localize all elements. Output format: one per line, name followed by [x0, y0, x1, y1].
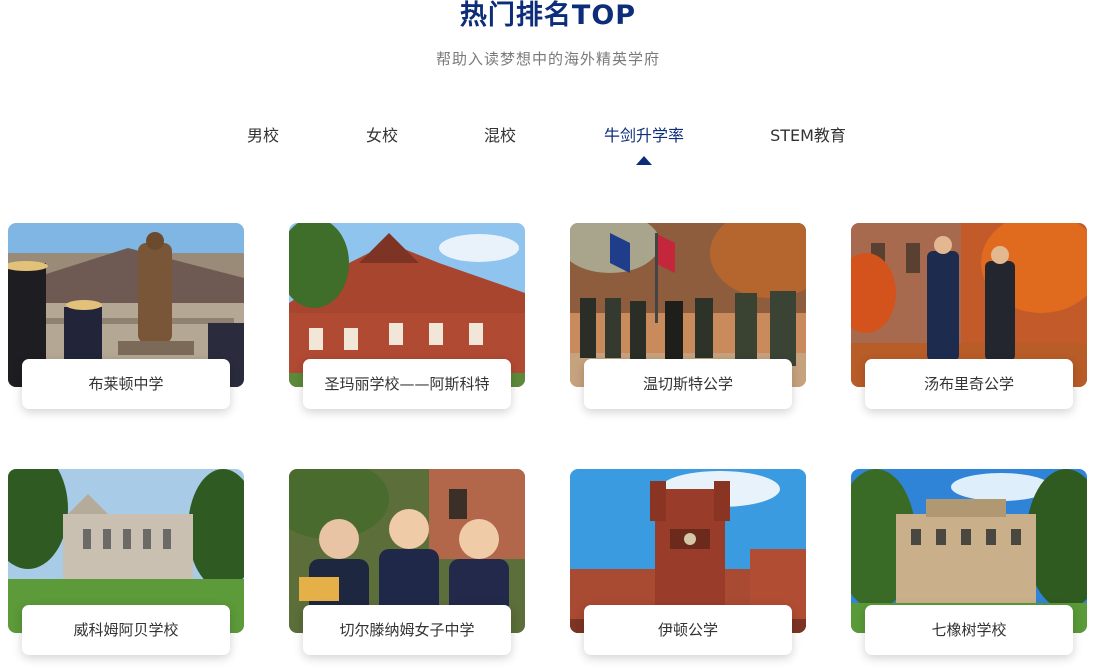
page-subtitle: 帮助入读梦想中的海外精英学府 [435, 50, 660, 68]
tab-label: 男校 [246, 126, 280, 145]
tab-label: 牛剑升学率 [603, 126, 685, 145]
school-name: 汤布里奇公学 [865, 359, 1073, 409]
school-name: 七橡树学校 [865, 605, 1073, 655]
school-card[interactable]: 温切斯特公学 [570, 223, 806, 413]
school-name: 温切斯特公学 [584, 359, 792, 409]
category-tabs: 男校 女校 混校 牛剑升学率 STEM教育 [0, 124, 1096, 165]
school-name: 威科姆阿贝学校 [22, 605, 230, 655]
tab-oxbridge-rate[interactable]: 牛剑升学率 [603, 124, 685, 165]
page-title: 热门排名TOP [459, 0, 637, 31]
tab-boys-schools[interactable]: 男校 [247, 124, 279, 148]
tab-coed-schools[interactable]: 混校 [484, 124, 516, 148]
school-card[interactable]: 汤布里奇公学 [851, 223, 1087, 413]
school-card[interactable]: 布莱顿中学 [8, 223, 244, 413]
tab-girls-schools[interactable]: 女校 [366, 124, 398, 148]
school-card[interactable]: 威科姆阿贝学校 [8, 469, 244, 659]
tab-label: 混校 [483, 126, 517, 145]
school-card[interactable]: 切尔滕纳姆女子中学 [289, 469, 525, 659]
school-card[interactable]: 圣玛丽学校——阿斯科特 [289, 223, 525, 413]
school-name: 布莱顿中学 [22, 359, 230, 409]
tab-label: STEM教育 [770, 126, 846, 145]
school-name: 伊顿公学 [584, 605, 792, 655]
tab-label: 女校 [365, 126, 399, 145]
school-name: 圣玛丽学校——阿斯科特 [303, 359, 511, 409]
school-card[interactable]: 七橡树学校 [851, 469, 1087, 659]
tab-stem-education[interactable]: STEM教育 [770, 124, 846, 148]
school-name: 切尔滕纳姆女子中学 [303, 605, 511, 655]
school-card[interactable]: 伊顿公学 [570, 469, 806, 659]
active-tab-arrow-icon [635, 156, 652, 165]
